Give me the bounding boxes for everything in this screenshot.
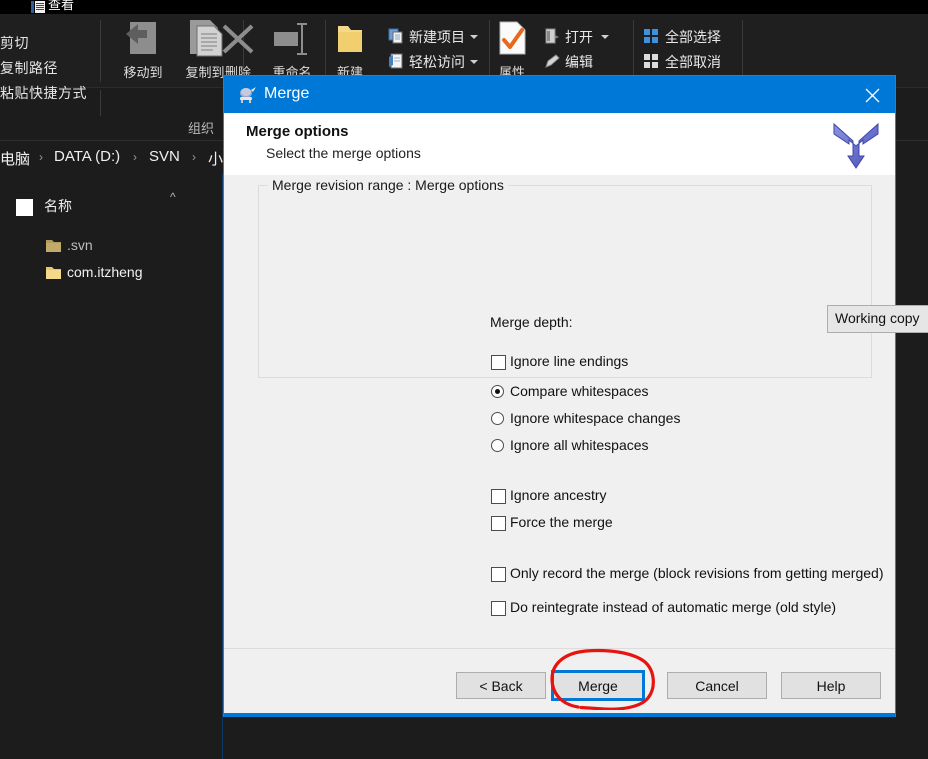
merge-depth-select[interactable]: Working copy — [827, 305, 928, 333]
ribbon-divider — [100, 20, 101, 82]
ribbon-organize-group-label: 组织 — [188, 121, 215, 136]
checkbox-box[interactable] — [491, 516, 506, 531]
cancel-button[interactable]: Cancel — [667, 672, 767, 699]
ribbon-open-label[interactable]: 打开 — [565, 27, 593, 47]
radio-label: Ignore all whitespaces — [510, 437, 649, 453]
ribbon-select-all-label[interactable]: 全部选择 — [665, 27, 721, 47]
merge-options-groupbox: Merge revision range : Merge options — [258, 177, 872, 378]
list-item-label[interactable]: .svn — [67, 237, 93, 253]
chevron-down-icon[interactable] — [470, 60, 478, 64]
checkbox-box[interactable] — [491, 601, 506, 616]
properties-icon — [482, 16, 542, 60]
edit-icon — [544, 53, 560, 69]
dialog-title: Merge — [264, 85, 310, 102]
merge-depth-label: Merge depth: — [490, 314, 573, 330]
checkbox-label: Ignore ancestry — [510, 487, 607, 503]
radio-label: Compare whitespaces — [510, 383, 649, 399]
easy-access-icon — [388, 53, 404, 69]
checkbox-box[interactable] — [491, 489, 506, 504]
folder-icon — [46, 266, 61, 279]
view-tab-icon — [31, 0, 45, 13]
breadcrumb-separator: › — [192, 150, 196, 164]
breadcrumb-item-data-d[interactable]: DATA (D:) — [54, 148, 120, 165]
breadcrumb-item-computer[interactable]: 电脑 — [0, 148, 30, 169]
checkbox-box[interactable] — [491, 567, 506, 582]
ribbon-edit-label[interactable]: 编辑 — [565, 52, 593, 72]
checkbox-label: Do reintegrate instead of automatic merg… — [510, 599, 837, 615]
select-all-checkbox[interactable] — [16, 199, 33, 216]
breadcrumb-item-folder[interactable]: 小 — [208, 148, 223, 169]
file-list-pane: 名称 ^ .svn com.itzheng — [0, 174, 223, 759]
folder-icon — [46, 239, 61, 252]
delete-icon — [208, 16, 268, 60]
file-list-column-header[interactable]: 名称 ^ — [0, 190, 222, 224]
radio-label: Ignore whitespace changes — [510, 410, 681, 426]
ribbon-paste-shortcut[interactable]: 粘贴快捷方式 — [0, 83, 87, 103]
list-item[interactable]: com.itzheng — [0, 261, 222, 288]
ribbon-move-to-label: 移动到 — [123, 65, 163, 80]
dialog-header-title: Merge options — [246, 123, 349, 140]
checkbox-label: Force the merge — [510, 514, 613, 530]
dialog-header-subtitle: Select the merge options — [266, 145, 421, 161]
ribbon-new-item-label[interactable]: 新建项目 — [409, 27, 465, 47]
back-button[interactable]: < Back — [456, 672, 546, 699]
list-item[interactable]: .svn — [0, 234, 222, 261]
close-icon[interactable] — [850, 76, 895, 113]
sort-ascending-icon: ^ — [170, 190, 176, 204]
open-icon — [544, 28, 560, 44]
radio-button[interactable] — [491, 412, 504, 425]
screen: 查看 剪切 复制路径 粘贴快捷方式 移动到 复制到 删除 重命名 新建 新建项目… — [0, 0, 928, 759]
tab-view[interactable]: 查看 — [48, 0, 74, 13]
dialog-header: Merge options Select the merge options — [224, 113, 895, 176]
explorer-title-bar — [0, 0, 928, 14]
checkbox-label: Only record the merge (block revisions f… — [510, 565, 884, 581]
ribbon-copy-path[interactable]: 复制路径 — [0, 58, 58, 78]
column-header-name[interactable]: 名称 — [44, 196, 72, 216]
new-folder-icon — [320, 16, 380, 60]
merge-dialog: Merge Merge options Select the merge opt… — [224, 76, 928, 717]
ribbon-divider — [633, 20, 634, 82]
breadcrumb-separator: › — [133, 150, 137, 164]
groupbox-legend: Merge revision range : Merge options — [268, 177, 508, 193]
radio-button[interactable] — [491, 385, 504, 398]
select-all-icon — [643, 28, 659, 44]
ribbon-easy-access-label[interactable]: 轻松访问 — [409, 52, 465, 72]
rename-icon — [262, 16, 322, 60]
breadcrumb-item-svn[interactable]: SVN — [149, 148, 180, 165]
merge-button[interactable]: Merge — [551, 670, 645, 701]
tortoisesvn-merge-icon — [237, 85, 257, 105]
checkbox-label: Ignore line endings — [510, 353, 629, 369]
move-to-icon — [113, 16, 173, 60]
merge-depth-value: Working copy — [835, 310, 920, 326]
ribbon-select-none-label[interactable]: 全部取消 — [665, 52, 721, 72]
help-button[interactable]: Help — [781, 672, 881, 699]
new-item-icon — [388, 28, 404, 44]
breadcrumb-separator: › — [39, 150, 43, 164]
chevron-down-icon[interactable] — [470, 35, 478, 39]
merge-arrow-icon — [829, 118, 883, 172]
checkbox-box[interactable] — [491, 355, 506, 370]
dialog-footer: < Back Merge Cancel Help — [224, 648, 895, 717]
radio-button[interactable] — [491, 439, 504, 452]
ribbon-cut[interactable]: 剪切 — [0, 33, 29, 53]
dialog-title-bar[interactable]: Merge — [224, 76, 895, 113]
chevron-down-icon[interactable] — [601, 35, 609, 39]
select-none-icon — [643, 53, 659, 69]
list-item-label[interactable]: com.itzheng — [67, 264, 142, 280]
dialog-bottom-accent-strip — [224, 713, 895, 717]
ribbon-divider — [742, 20, 743, 82]
ribbon-group-divider — [100, 90, 101, 116]
